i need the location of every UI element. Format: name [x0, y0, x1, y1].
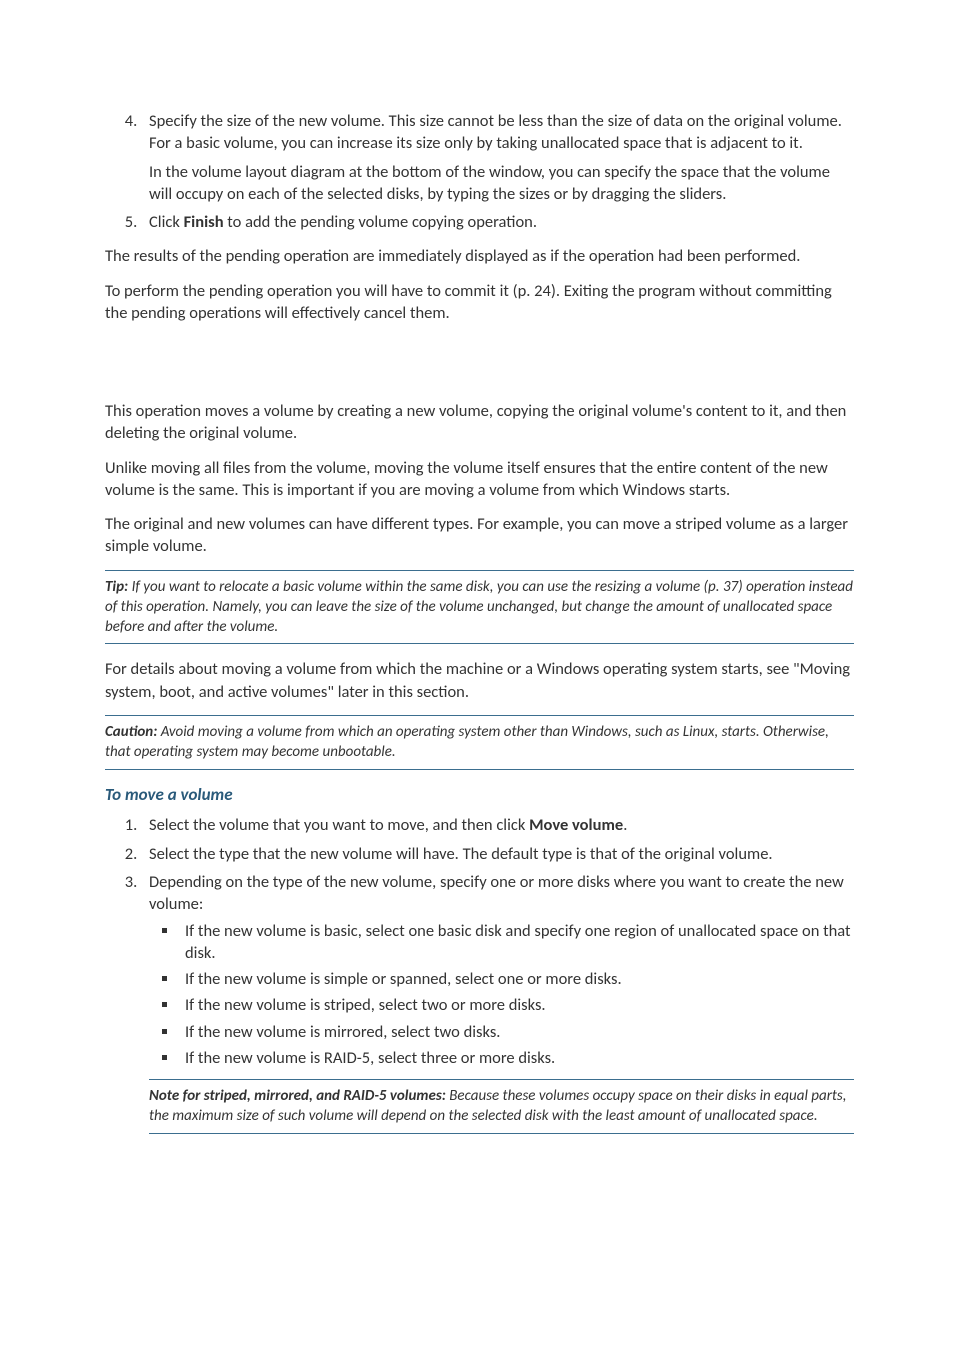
step-4: Specify the size of the new volume. This…	[141, 110, 854, 205]
move-step-3-text: Depending on the type of the new volume,…	[149, 872, 844, 914]
para-move-intro: This operation moves a volume by creatin…	[105, 400, 854, 445]
step-5: Click Finish to add the pending volume c…	[141, 211, 854, 233]
tip-box: Tip: If you want to relocate a basic vol…	[105, 570, 854, 645]
para-results: The results of the pending operation are…	[105, 245, 854, 267]
para-move-types: The original and new volumes can have di…	[105, 513, 854, 558]
note-box: Note for striped, mirrored, and RAID-5 v…	[149, 1079, 854, 1134]
move-step-1-pre: Select the volume that you want to move,…	[149, 815, 529, 835]
bullet-simple: If the new volume is simple or spanned, …	[179, 968, 854, 990]
note-label: Note for striped, mirrored, and RAID-5 v…	[149, 1087, 446, 1105]
bullet-basic: If the new volume is basic, select one b…	[179, 920, 854, 965]
para-move-details: For details about moving a volume from w…	[105, 658, 854, 703]
bullet-striped: If the new volume is striped, select two…	[179, 994, 854, 1016]
move-step-1-post: .	[623, 815, 627, 835]
bullet-mirrored: If the new volume is mirrored, select tw…	[179, 1021, 854, 1043]
tip-label: Tip:	[105, 578, 128, 596]
move-step-1: Select the volume that you want to move,…	[141, 814, 854, 836]
step-4-extra: In the volume layout diagram at the bott…	[149, 161, 854, 206]
move-step-3: Depending on the type of the new volume,…	[141, 871, 854, 1069]
move-steps: Select the volume that you want to move,…	[105, 814, 854, 1069]
steps-continued: Specify the size of the new volume. This…	[105, 110, 854, 233]
bullet-raid5: If the new volume is RAID-5, select thre…	[179, 1047, 854, 1069]
tip-text: If you want to relocate a basic volume w…	[105, 578, 853, 637]
step-5-bold: Finish	[184, 212, 224, 232]
caution-label: Caution:	[105, 723, 157, 741]
step-4-text: Specify the size of the new volume. This…	[149, 111, 842, 153]
step-5-pre: Click	[149, 212, 184, 232]
heading-to-move: To move a volume	[105, 784, 854, 807]
move-step-2: Select the type that the new volume will…	[141, 843, 854, 865]
step-5-post: to add the pending volume copying operat…	[224, 212, 537, 232]
caution-box: Caution: Avoid moving a volume from whic…	[105, 715, 854, 770]
caution-text: Avoid moving a volume from which an oper…	[105, 723, 829, 761]
para-move-unlike: Unlike moving all files from the volume,…	[105, 457, 854, 502]
page: Specify the size of the new volume. This…	[0, 0, 954, 1349]
move-step-3-bullets: If the new volume is basic, select one b…	[149, 920, 854, 1070]
move-step-1-bold: Move volume	[529, 815, 623, 835]
section-gap	[105, 336, 854, 388]
para-commit: To perform the pending operation you wil…	[105, 280, 854, 325]
